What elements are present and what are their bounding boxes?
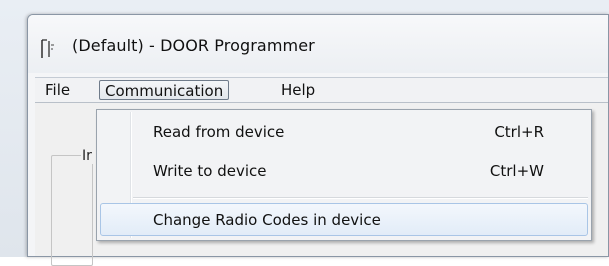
communication-dropdown-menu: Read from device Ctrl+R Write to device … [96, 109, 592, 241]
menu-file[interactable]: File [39, 80, 76, 100]
menu-item-label: Read from device [153, 123, 285, 141]
menu-bar: File Communication Help [35, 77, 608, 102]
menu-item-label: Change Radio Codes in device [153, 211, 381, 229]
menu-item-shortcut: Ctrl+R [494, 123, 544, 141]
window-title: (Default) - DOOR Programmer [72, 36, 315, 55]
group-box-label: Ir [81, 148, 93, 164]
menu-item-write-to-device[interactable]: Write to device Ctrl+W [100, 154, 588, 188]
menu-separator [133, 197, 588, 199]
menu-item-label: Write to device [153, 162, 267, 180]
title-bar[interactable]: (Default) - DOOR Programmer [28, 15, 608, 73]
menu-communication[interactable]: Communication [99, 80, 230, 100]
menu-item-change-radio-codes[interactable]: Change Radio Codes in device [100, 203, 588, 236]
menu-item-read-from-device[interactable]: Read from device Ctrl+R [100, 115, 588, 149]
menu-help[interactable]: Help [275, 80, 321, 100]
door-icon [40, 39, 62, 59]
group-box [51, 155, 93, 266]
menu-item-shortcut: Ctrl+W [489, 162, 544, 180]
